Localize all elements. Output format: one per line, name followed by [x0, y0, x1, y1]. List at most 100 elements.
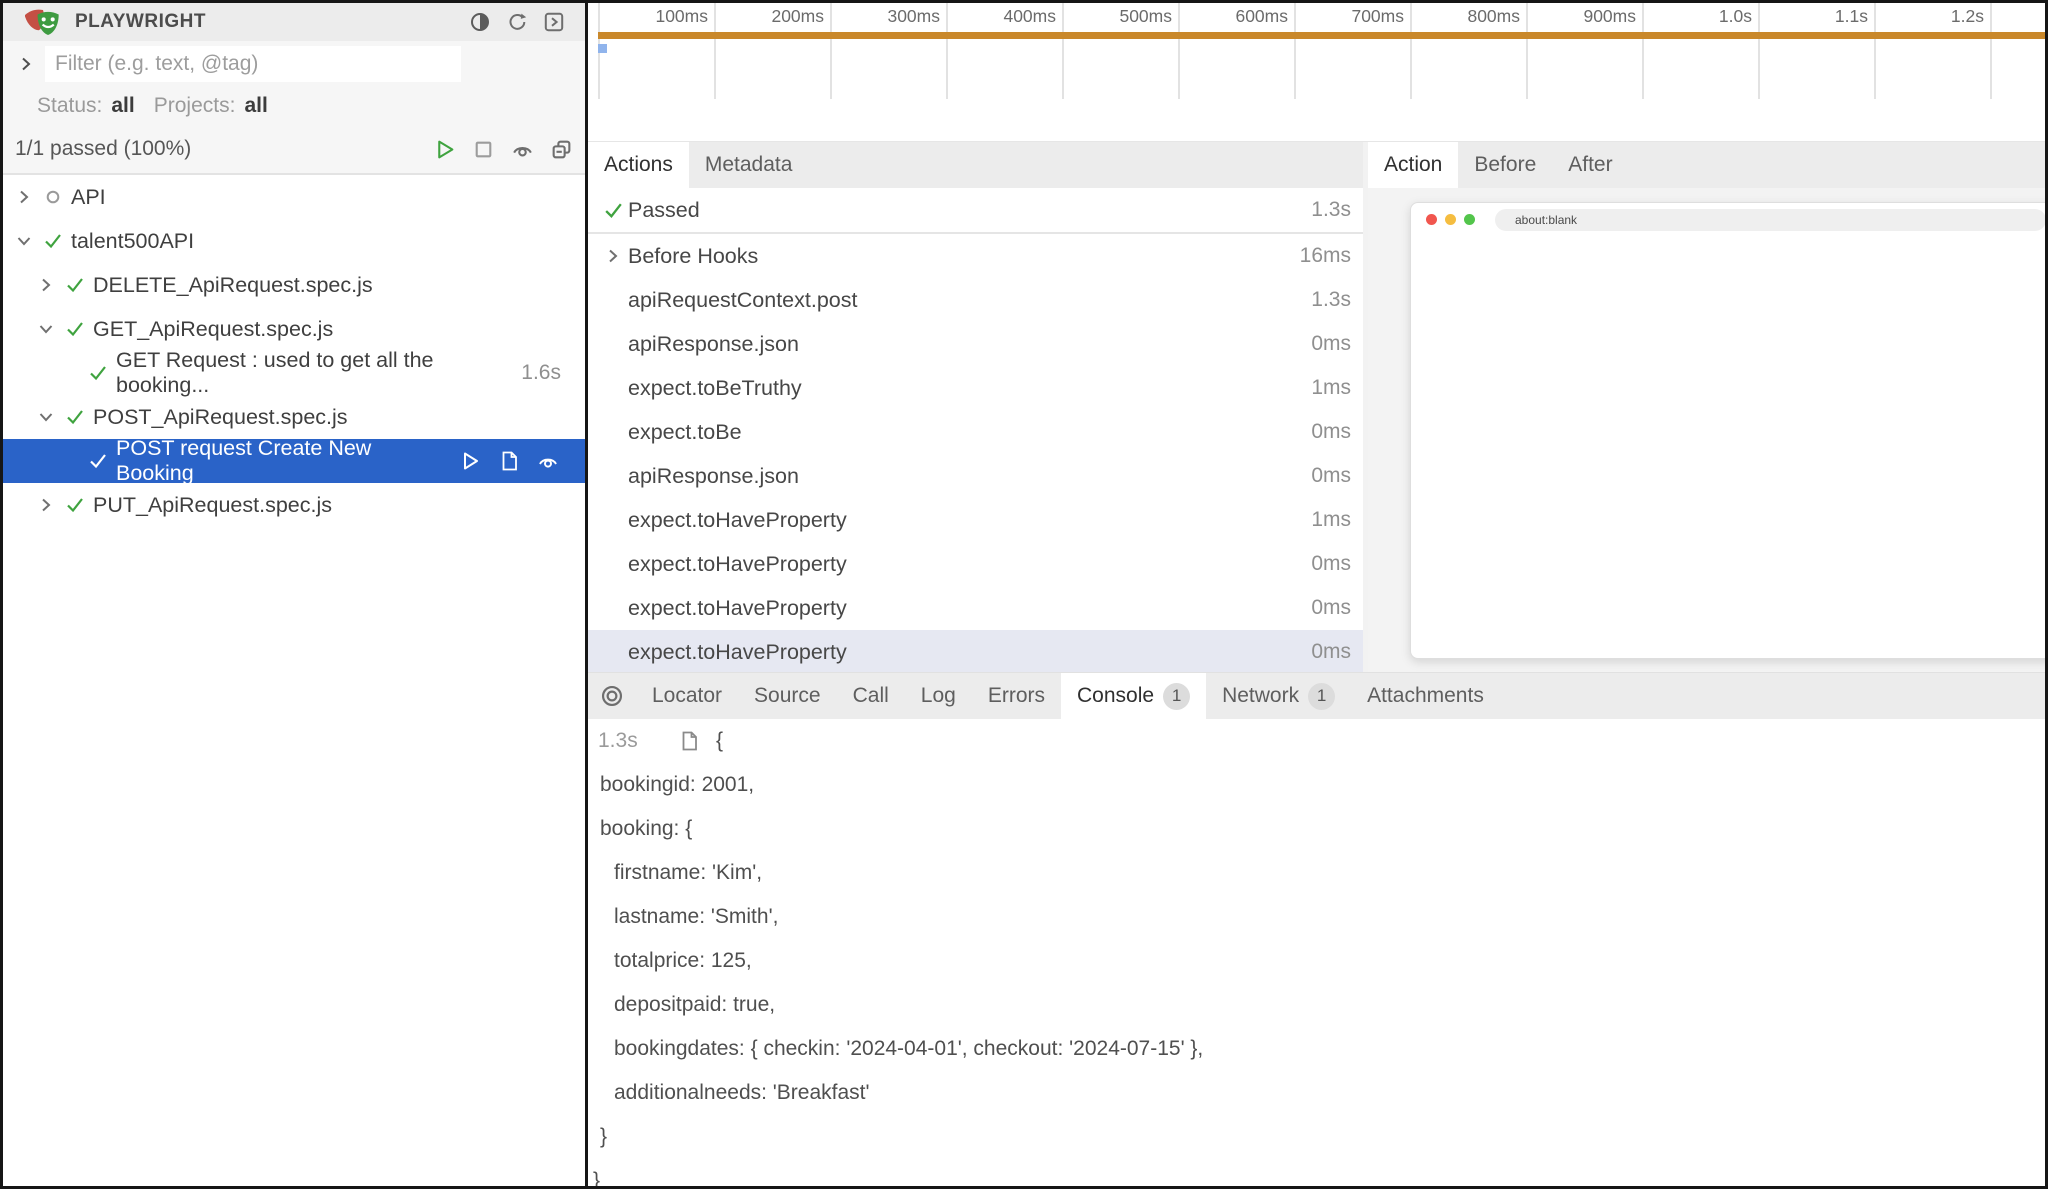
tab-label: Action [1384, 153, 1442, 177]
test-list-sidebar: PLAYWRIGHT Status: all Projec [3, 3, 588, 1186]
action-row[interactable]: apiResponse.json 0ms [588, 322, 1363, 366]
watch-test-button[interactable] [537, 450, 559, 472]
tree-item-label: PUT_ApiRequest.spec.js [93, 493, 332, 518]
tab-call[interactable]: Call [837, 673, 905, 719]
tree-item-post-test-selected[interactable]: POST request Create New Booking [3, 439, 585, 483]
action-row[interactable]: expect.toHaveProperty 0ms [588, 586, 1363, 630]
timeline-tick: 1.1s [1764, 6, 1868, 27]
stop-button[interactable] [472, 138, 495, 161]
theme-contrast-icon[interactable] [469, 11, 491, 33]
watch-all-button[interactable] [511, 138, 534, 161]
status-value[interactable]: all [111, 94, 134, 118]
timeline-gridline [1874, 3, 1876, 99]
tab-source[interactable]: Source [738, 673, 837, 719]
tab-label: Console [1077, 684, 1154, 708]
browser-titlebar: about:blank [1411, 203, 2045, 236]
main-area: 100ms 200ms 300ms 400ms 500ms 600ms 700m… [588, 3, 2045, 1186]
action-row[interactable]: expect.toBe 0ms [588, 410, 1363, 454]
action-duration: 16ms [1300, 244, 1351, 268]
action-row[interactable]: apiRequestContext.post 1.3s [588, 278, 1363, 322]
collapse-all-button[interactable] [550, 138, 573, 161]
sidebar-title: PLAYWRIGHT [75, 11, 455, 33]
tab-network[interactable]: Network 1 [1206, 673, 1351, 719]
tree-item-api[interactable]: API [3, 175, 585, 219]
chevron-right-icon[interactable] [598, 245, 628, 267]
tree-item-label: talent500API [71, 229, 194, 254]
action-row-selected[interactable]: expect.toHaveProperty 0ms [588, 630, 1363, 672]
console-count-badge: 1 [1163, 683, 1190, 710]
timeline-tick: 900ms [1532, 6, 1636, 27]
tab-actions[interactable]: Actions [588, 142, 689, 188]
chevron-right-icon[interactable] [35, 494, 57, 516]
snapshot-tabbar: Action Before After [1368, 142, 2045, 188]
console-line: } [588, 1159, 2045, 1186]
action-row[interactable]: expect.toHaveProperty 0ms [588, 542, 1363, 586]
action-row-before-hooks[interactable]: Before Hooks 16ms [588, 234, 1363, 278]
pass-check-icon [64, 494, 86, 516]
console-line: booking: { [588, 807, 2045, 851]
actions-panel: Actions Metadata Passed 1.3s Before Hook… [588, 142, 1368, 672]
run-toolbar: 1/1 passed (100%) [3, 125, 585, 175]
tree-item-label: GET_ApiRequest.spec.js [93, 317, 333, 342]
chevron-down-icon[interactable] [13, 230, 35, 252]
timeline-tick: 700ms [1300, 6, 1404, 27]
console-line: lastname: 'Smith', [588, 895, 2045, 939]
tree-item-get-spec[interactable]: GET_ApiRequest.spec.js [3, 307, 585, 351]
action-list: Passed 1.3s Before Hooks 16ms apiRequest… [588, 188, 1363, 672]
chevron-right-icon[interactable] [13, 186, 35, 208]
pass-check-icon [64, 318, 86, 340]
filter-row [3, 41, 585, 87]
tree-item-label: POST_ApiRequest.spec.js [93, 405, 348, 430]
chevron-down-icon[interactable] [35, 406, 57, 428]
action-duration: 0ms [1311, 640, 1351, 664]
timeline-tick: 800ms [1416, 6, 1520, 27]
tree-item-talent500api[interactable]: talent500API [3, 219, 585, 263]
tree-item-put-spec[interactable]: PUT_ApiRequest.spec.js [3, 483, 585, 527]
action-row[interactable]: expect.toBeTruthy 1ms [588, 366, 1363, 410]
tree-item-get-test[interactable]: GET Request : used to get all the bookin… [3, 351, 585, 395]
tree-item-post-spec[interactable]: POST_ApiRequest.spec.js [3, 395, 585, 439]
timeline-tick: 1.0s [1648, 6, 1752, 27]
tab-locator[interactable]: Locator [636, 673, 738, 719]
tree-item-delete-spec[interactable]: DELETE_ApiRequest.spec.js [3, 263, 585, 307]
tab-before[interactable]: Before [1458, 142, 1552, 188]
tab-after[interactable]: After [1552, 142, 1628, 188]
action-duration: 0ms [1311, 464, 1351, 488]
timeline-tick: 100ms [604, 6, 708, 27]
pick-locator-icon[interactable] [588, 673, 636, 719]
reload-icon[interactable] [506, 11, 528, 33]
tab-label: Source [754, 684, 821, 708]
filter-input[interactable] [45, 46, 461, 82]
timeline-gridline [714, 3, 716, 99]
middle-panels: Actions Metadata Passed 1.3s Before Hook… [588, 142, 2045, 672]
action-row[interactable]: expect.toHaveProperty 1ms [588, 498, 1363, 542]
chevron-right-icon[interactable] [35, 274, 57, 296]
timeline-gridline [1178, 3, 1180, 99]
filter-section-chevron-icon[interactable] [15, 53, 37, 75]
action-duration: 0ms [1311, 420, 1351, 444]
action-duration: 0ms [1311, 552, 1351, 576]
tab-attachments[interactable]: Attachments [1351, 673, 1500, 719]
action-row[interactable]: apiResponse.json 0ms [588, 454, 1363, 498]
tab-log[interactable]: Log [905, 673, 972, 719]
traffic-light-close-icon [1426, 214, 1437, 225]
timeline-gridline [1294, 3, 1296, 99]
chevron-down-icon[interactable] [35, 318, 57, 340]
tab-errors[interactable]: Errors [972, 673, 1061, 719]
tab-metadata[interactable]: Metadata [689, 142, 809, 188]
show-source-button[interactable] [498, 450, 520, 472]
bottom-tabbar: Locator Source Call Log Errors Console 1… [588, 672, 2045, 719]
run-all-button[interactable] [433, 138, 456, 161]
timeline-ruler[interactable]: 100ms 200ms 300ms 400ms 500ms 600ms 700m… [588, 3, 2045, 142]
action-row-passed[interactable]: Passed 1.3s [588, 188, 1363, 234]
console-output[interactable]: 1.3s { bookingid: 2001, booking: { first… [588, 719, 2045, 1186]
projects-value[interactable]: all [244, 94, 267, 118]
run-test-button[interactable] [459, 450, 481, 472]
filter-status-row[interactable]: Status: all Projects: all [3, 87, 585, 125]
tree-item-label: POST request Create New Booking [116, 436, 452, 486]
sidebar-header-actions [469, 11, 565, 33]
tab-action[interactable]: Action [1368, 142, 1458, 188]
collapse-panel-icon[interactable] [543, 11, 565, 33]
tab-console[interactable]: Console 1 [1061, 673, 1206, 719]
tree-item-label: API [71, 185, 106, 210]
